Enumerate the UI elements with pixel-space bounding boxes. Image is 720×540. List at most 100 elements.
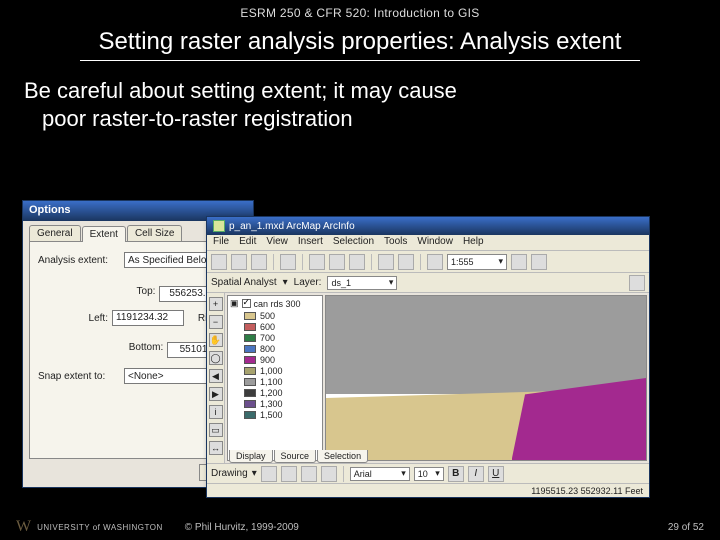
bold-icon[interactable]: B bbox=[448, 466, 464, 482]
slide-footer: W UNIVERSITY of WASHINGTON © Phil Hurvit… bbox=[0, 518, 720, 536]
forward-icon[interactable]: ▶ bbox=[209, 387, 223, 401]
pointer-icon[interactable] bbox=[261, 466, 277, 482]
map-canvas[interactable] bbox=[325, 295, 647, 461]
tab-extent[interactable]: Extent bbox=[82, 226, 126, 242]
legend-row: 500 bbox=[244, 311, 320, 321]
menu-file[interactable]: File bbox=[213, 236, 229, 249]
body-line-2: poor raster-to-raster registration bbox=[24, 105, 690, 133]
menu-help[interactable]: Help bbox=[463, 236, 484, 249]
toolbar-standard: 1:555 ▾ bbox=[207, 251, 649, 273]
layer-label: Layer: bbox=[294, 277, 322, 288]
legend-label: 700 bbox=[260, 333, 275, 343]
drawing-label[interactable]: Drawing bbox=[211, 468, 248, 479]
underline-icon[interactable]: U bbox=[488, 466, 504, 482]
legend-row: 1,500 bbox=[244, 410, 320, 420]
status-coords: 1195515.23 552932.11 Feet bbox=[531, 486, 643, 496]
print-icon[interactable] bbox=[280, 254, 296, 270]
legend-label: 600 bbox=[260, 322, 275, 332]
pan-icon[interactable]: ✋ bbox=[209, 333, 223, 347]
font-dropdown[interactable]: Arial ▾ bbox=[350, 467, 410, 481]
chevron-down-icon[interactable]: ▾ bbox=[252, 468, 257, 479]
menu-view[interactable]: View bbox=[266, 236, 288, 249]
layer-dropdown[interactable]: ds_1 ▾ bbox=[327, 276, 397, 290]
arcmap-title: p_an_1.mxd ArcMap ArcInfo bbox=[229, 221, 355, 232]
full-extent-icon[interactable]: ◯ bbox=[209, 351, 223, 365]
toolbar-spatial-analyst: Spatial Analyst ▾ Layer: ds_1 ▾ bbox=[207, 273, 649, 293]
redo-icon[interactable] bbox=[398, 254, 414, 270]
chevron-down-icon[interactable]: ▾ bbox=[401, 468, 406, 479]
snap-label: Snap extent to: bbox=[38, 371, 124, 382]
text-icon[interactable] bbox=[321, 466, 337, 482]
arcmap-window: p_an_1.mxd ArcMap ArcInfo File Edit View… bbox=[206, 216, 650, 498]
legend-row: 700 bbox=[244, 333, 320, 343]
legend-row: 1,300 bbox=[244, 399, 320, 409]
rectangle-icon[interactable] bbox=[301, 466, 317, 482]
identify-icon[interactable]: i bbox=[209, 405, 223, 419]
legend-row: 600 bbox=[244, 322, 320, 332]
toc-tab-selection[interactable]: Selection bbox=[317, 450, 368, 463]
italic-icon[interactable]: I bbox=[468, 466, 484, 482]
left-label: Left: bbox=[68, 313, 108, 324]
top-label: Top: bbox=[137, 286, 156, 302]
undo-icon[interactable] bbox=[378, 254, 394, 270]
legend-label: 1,300 bbox=[260, 399, 283, 409]
legend-swatch bbox=[244, 312, 256, 320]
legend-swatch bbox=[244, 378, 256, 386]
histogram-icon[interactable] bbox=[629, 275, 645, 291]
body-line-1: Be careful about setting extent; it may … bbox=[24, 78, 457, 103]
help-icon[interactable] bbox=[531, 254, 547, 270]
cut-icon[interactable] bbox=[309, 254, 325, 270]
arcmap-titlebar[interactable]: p_an_1.mxd ArcMap ArcInfo bbox=[207, 217, 649, 235]
zoom-in-icon[interactable]: + bbox=[209, 297, 223, 311]
copy-icon[interactable] bbox=[329, 254, 345, 270]
menu-insert[interactable]: Insert bbox=[298, 236, 323, 249]
layer-checkbox[interactable] bbox=[242, 299, 251, 308]
layer-value: ds_1 bbox=[331, 278, 351, 288]
back-icon[interactable]: ◀ bbox=[209, 369, 223, 383]
toolbox-icon[interactable] bbox=[511, 254, 527, 270]
tab-general[interactable]: General bbox=[29, 225, 81, 241]
menu-selection[interactable]: Selection bbox=[333, 236, 374, 249]
zoom-out-icon[interactable]: − bbox=[209, 315, 223, 329]
open-icon[interactable] bbox=[231, 254, 247, 270]
save-icon[interactable] bbox=[251, 254, 267, 270]
chevron-down-icon[interactable]: ▾ bbox=[498, 256, 503, 267]
legend-label: 1,500 bbox=[260, 410, 283, 420]
font-size-value: 10 bbox=[418, 469, 428, 479]
select-icon[interactable]: ▭ bbox=[209, 423, 223, 437]
legend-swatch bbox=[244, 411, 256, 419]
left-input[interactable]: 1191234.32 bbox=[112, 310, 184, 326]
menu-window[interactable]: Window bbox=[417, 236, 453, 249]
page-number: 29 of 52 bbox=[668, 522, 704, 533]
chevron-down-icon[interactable]: ▾ bbox=[435, 468, 440, 479]
legend-label: 800 bbox=[260, 344, 275, 354]
new-icon[interactable] bbox=[211, 254, 227, 270]
font-size-dropdown[interactable]: 10 ▾ bbox=[414, 467, 444, 481]
toc-tab-source[interactable]: Source bbox=[274, 450, 317, 463]
legend-row: 1,000 bbox=[244, 366, 320, 376]
scale-input[interactable]: 1:555 ▾ bbox=[447, 254, 507, 270]
legend-row: 800 bbox=[244, 344, 320, 354]
collapse-icon[interactable]: ▣ bbox=[230, 298, 239, 309]
chevron-down-icon[interactable]: ▾ bbox=[283, 277, 288, 288]
add-data-icon[interactable] bbox=[427, 254, 443, 270]
tab-cell-size[interactable]: Cell Size bbox=[127, 225, 182, 241]
menu-edit[interactable]: Edit bbox=[239, 236, 256, 249]
toc-tab-display[interactable]: Display bbox=[229, 450, 273, 463]
uw-logo-icon: W bbox=[16, 518, 31, 536]
slide-title: Setting raster analysis properties: Anal… bbox=[80, 20, 640, 61]
slide-body: Be careful about setting extent; it may … bbox=[0, 71, 720, 132]
spatial-analyst-label[interactable]: Spatial Analyst bbox=[211, 277, 277, 288]
toc-layer-name[interactable]: can rds 300 bbox=[254, 299, 301, 309]
analysis-extent-value: As Specified Below bbox=[128, 255, 214, 266]
menu-tools[interactable]: Tools bbox=[384, 236, 407, 249]
legend-swatch bbox=[244, 356, 256, 364]
chevron-down-icon[interactable]: ▾ bbox=[389, 277, 394, 288]
font-value: Arial bbox=[354, 469, 372, 479]
measure-icon[interactable]: ↔ bbox=[209, 441, 223, 455]
rotate-icon[interactable] bbox=[281, 466, 297, 482]
legend-label: 1,200 bbox=[260, 388, 283, 398]
table-of-contents[interactable]: ▣ can rds 300 5006007008009001,0001,1001… bbox=[227, 295, 323, 461]
legend-label: 900 bbox=[260, 355, 275, 365]
paste-icon[interactable] bbox=[349, 254, 365, 270]
